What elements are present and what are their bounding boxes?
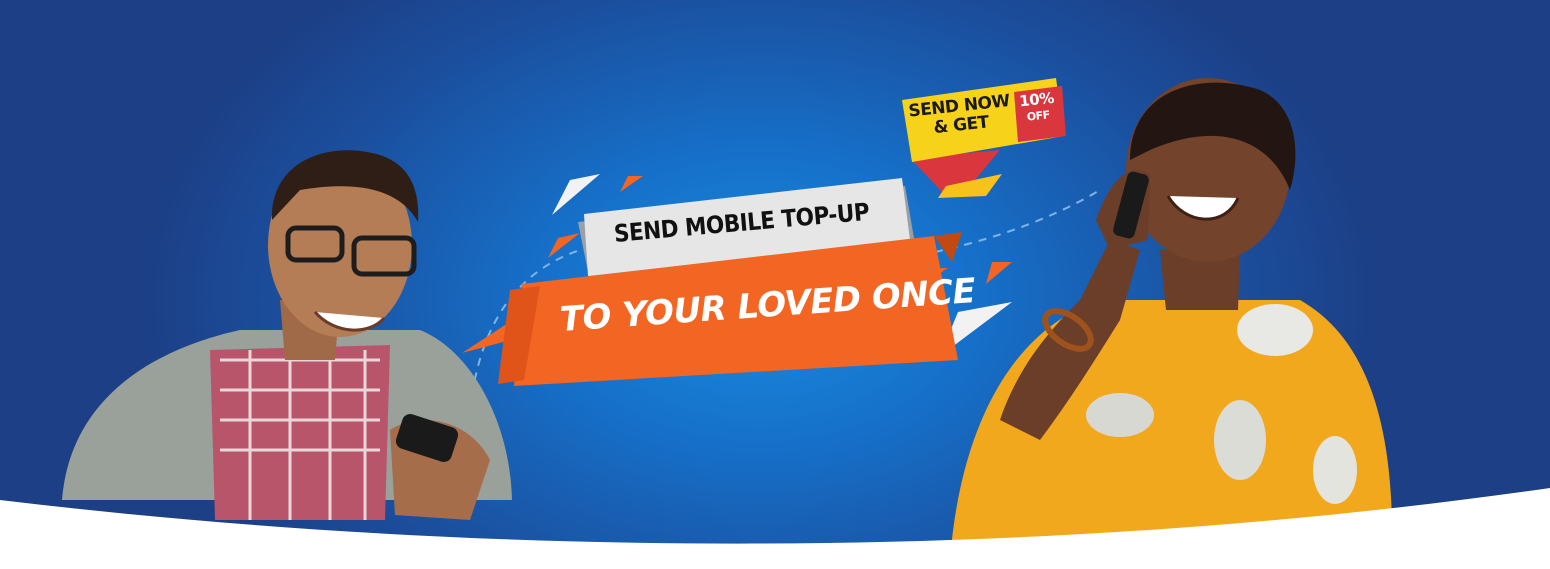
woman-flower-3 [1214,400,1266,480]
triangle-orange-1 [620,176,643,192]
triangle-white-1 [552,174,600,215]
promo-percent-value: 10% [1018,88,1055,111]
promo-percent-badge: 10% OFF [1012,87,1065,138]
ribbon-orange-fold [934,232,962,262]
hero-banner: SEND MOBILE TOP-UP TO YOUR LOVED ONCE SE… [0,0,1550,569]
promo-line-2: & GET [932,112,990,139]
woman-flower-4 [1313,436,1357,504]
triangle-orange-2 [548,233,580,258]
man-with-phone [62,150,512,520]
woman-on-phone [950,78,1393,560]
woman-flower-1 [1237,304,1313,356]
woman-flower-2 [1086,393,1154,437]
triangle-orange-6 [986,262,1012,284]
dashed-connector-right [934,189,1101,253]
man-shirt [210,345,390,520]
